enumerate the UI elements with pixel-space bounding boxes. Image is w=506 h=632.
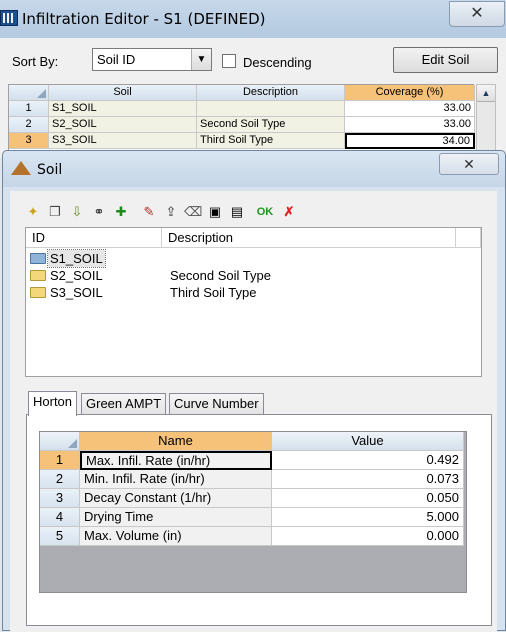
tab-green-ampt[interactable]: Green AMPT	[81, 393, 167, 415]
close-button[interactable]: ✕	[439, 153, 499, 175]
scroll-up-icon[interactable]: ▲	[477, 85, 495, 102]
row-number[interactable]: 3	[9, 133, 49, 149]
parameter-name[interactable]: Decay Constant (1/hr)	[80, 489, 272, 508]
ok-icon[interactable]: OK	[254, 203, 276, 221]
app-icon	[0, 10, 18, 26]
list-item[interactable]: S1_SOIL	[28, 249, 468, 268]
grid-header-row: Soil Description Coverage (%)	[9, 85, 475, 101]
parameter-name[interactable]: Drying Time	[80, 508, 272, 527]
toolbar: ✦ ❐ ⇩ ⚭ ✚ ✎ ⇪ ⌫ ▣ ▤ OK ✗	[24, 203, 324, 225]
folder-icon	[30, 287, 46, 298]
parameter-name[interactable]: Max. Volume (in)	[80, 527, 272, 546]
column-header-description[interactable]: Description	[162, 228, 456, 248]
description-cell[interactable]: Second Soil Type	[197, 117, 345, 133]
folder-icon	[30, 270, 46, 281]
table-row[interactable]: 1 S1_SOIL 33.00	[9, 101, 475, 117]
parameter-value[interactable]: 0.492	[272, 451, 464, 470]
column-header-soil[interactable]: Soil	[49, 85, 197, 101]
descending-checkbox[interactable]	[222, 54, 236, 68]
edit-icon[interactable]: ✎	[140, 203, 158, 221]
parameter-value[interactable]: 0.073	[272, 470, 464, 489]
soil-cell[interactable]: S2_SOIL	[49, 117, 197, 133]
copy-icon[interactable]: ❐	[46, 203, 64, 221]
table-row[interactable]: 3 Decay Constant (1/hr) 0.050	[40, 489, 466, 508]
column-header-value[interactable]: Value	[272, 432, 464, 451]
erase-icon[interactable]: ⌫	[184, 203, 202, 221]
infiltration-editor-body: Sort By: Soil ID ▼ Descending Edit Soil …	[0, 38, 506, 158]
list-item[interactable]: S3_SOIL Third Soil Type	[28, 284, 468, 301]
column-header-filler	[456, 228, 481, 248]
grid-header-row: Name Value	[40, 432, 466, 451]
soil-icon	[11, 161, 31, 175]
table-row[interactable]: 3 S3_SOIL Third Soil Type 34.00	[9, 133, 475, 149]
row-number[interactable]: 4	[40, 508, 80, 527]
add-icon[interactable]: ✚	[112, 203, 130, 221]
row-number[interactable]: 5	[40, 527, 80, 546]
descending-label: Descending	[243, 55, 312, 70]
vertical-scrollbar[interactable]: ▲	[476, 84, 496, 158]
table-row[interactable]: 4 Drying Time 5.000	[40, 508, 466, 527]
save-as-icon[interactable]: ▤	[228, 203, 246, 221]
coverage-cell[interactable]: 34.00	[345, 133, 475, 149]
outer-titlebar: Infiltration Editor - S1 (DEFINED) ✕	[0, 0, 506, 38]
sort-by-select[interactable]: Soil ID ▼	[92, 48, 212, 71]
row-number[interactable]: 3	[40, 489, 80, 508]
coverage-cell[interactable]: 33.00	[345, 117, 475, 133]
table-row[interactable]: 1 Max. Infil. Rate (in/hr) 0.492	[40, 451, 466, 470]
close-button[interactable]: ✕	[449, 1, 505, 27]
column-header-coverage[interactable]: Coverage (%)	[345, 85, 475, 101]
link-icon[interactable]: ⚭	[90, 203, 108, 221]
soil-description: Third Soil Type	[170, 285, 257, 300]
soil-cell[interactable]: S3_SOIL	[49, 133, 197, 149]
soil-dialog: Soil ✕ ✦ ❐ ⇩ ⚭ ✚ ✎ ⇪ ⌫ ▣ ▤ OK ✗ ID Descr…	[2, 150, 506, 632]
edit-soil-button[interactable]: Edit Soil	[393, 47, 498, 73]
soil-id: S2_SOIL	[50, 268, 103, 283]
grid-corner[interactable]	[40, 432, 80, 451]
row-number[interactable]: 2	[9, 117, 49, 133]
parameter-value[interactable]: 5.000	[272, 508, 464, 527]
save-icon[interactable]: ▣	[206, 203, 224, 221]
table-row[interactable]: 2 S2_SOIL Second Soil Type 33.00	[9, 117, 475, 133]
export-icon[interactable]: ⇪	[162, 203, 180, 221]
description-cell[interactable]	[197, 101, 345, 117]
coverage-grid: Soil Description Coverage (%) 1 S1_SOIL …	[8, 84, 475, 158]
soil-list[interactable]: ID Description S1_SOIL S2_SOIL Second So…	[25, 227, 482, 377]
soil-cell[interactable]: S1_SOIL	[49, 101, 197, 117]
tab-curve-number[interactable]: Curve Number	[169, 393, 264, 415]
table-row[interactable]: 2 Min. Infil. Rate (in/hr) 0.073	[40, 470, 466, 489]
tab-horton[interactable]: Horton	[28, 391, 78, 416]
row-number[interactable]: 1	[40, 451, 80, 470]
soil-id: S1_SOIL	[47, 249, 106, 268]
dialog-title: Soil	[37, 162, 63, 178]
horton-parameter-grid: Name Value 1 Max. Infil. Rate (in/hr) 0.…	[39, 431, 467, 593]
column-header-description[interactable]: Description	[197, 85, 345, 101]
description-cell[interactable]: Third Soil Type	[197, 133, 345, 149]
import-icon[interactable]: ⇩	[68, 203, 86, 221]
cancel-icon[interactable]: ✗	[280, 203, 298, 221]
list-item[interactable]: S2_SOIL Second Soil Type	[28, 267, 468, 284]
row-number[interactable]: 1	[9, 101, 49, 117]
soil-titlebar: Soil ✕	[3, 151, 505, 187]
parameter-value[interactable]: 0.050	[272, 489, 464, 508]
parameter-value[interactable]: 0.000	[272, 527, 464, 546]
column-header-name[interactable]: Name	[80, 432, 272, 451]
folder-open-icon	[30, 253, 46, 264]
window-title: Infiltration Editor - S1 (DEFINED)	[22, 10, 266, 28]
column-header-id[interactable]: ID	[26, 228, 162, 248]
soil-description: Second Soil Type	[170, 268, 271, 283]
horton-panel: Name Value 1 Max. Infil. Rate (in/hr) 0.…	[26, 414, 492, 626]
soil-id: S3_SOIL	[50, 285, 103, 300]
sort-by-label: Sort By:	[12, 54, 59, 69]
coverage-cell[interactable]: 33.00	[345, 101, 475, 117]
new-icon[interactable]: ✦	[24, 203, 42, 221]
row-number[interactable]: 2	[40, 470, 80, 489]
tab-bar: Horton Green AMPT Curve Number	[28, 391, 328, 416]
parameter-name[interactable]: Max. Infil. Rate (in/hr)	[80, 451, 272, 470]
sort-by-value: Soil ID	[97, 52, 136, 67]
grid-corner[interactable]	[9, 85, 49, 101]
table-row[interactable]: 5 Max. Volume (in) 0.000	[40, 527, 466, 546]
soil-dialog-body: ✦ ❐ ⇩ ⚭ ✚ ✎ ⇪ ⌫ ▣ ▤ OK ✗ ID Description …	[10, 191, 497, 632]
parameter-name[interactable]: Min. Infil. Rate (in/hr)	[80, 470, 272, 489]
chevron-down-icon[interactable]: ▼	[191, 49, 211, 70]
